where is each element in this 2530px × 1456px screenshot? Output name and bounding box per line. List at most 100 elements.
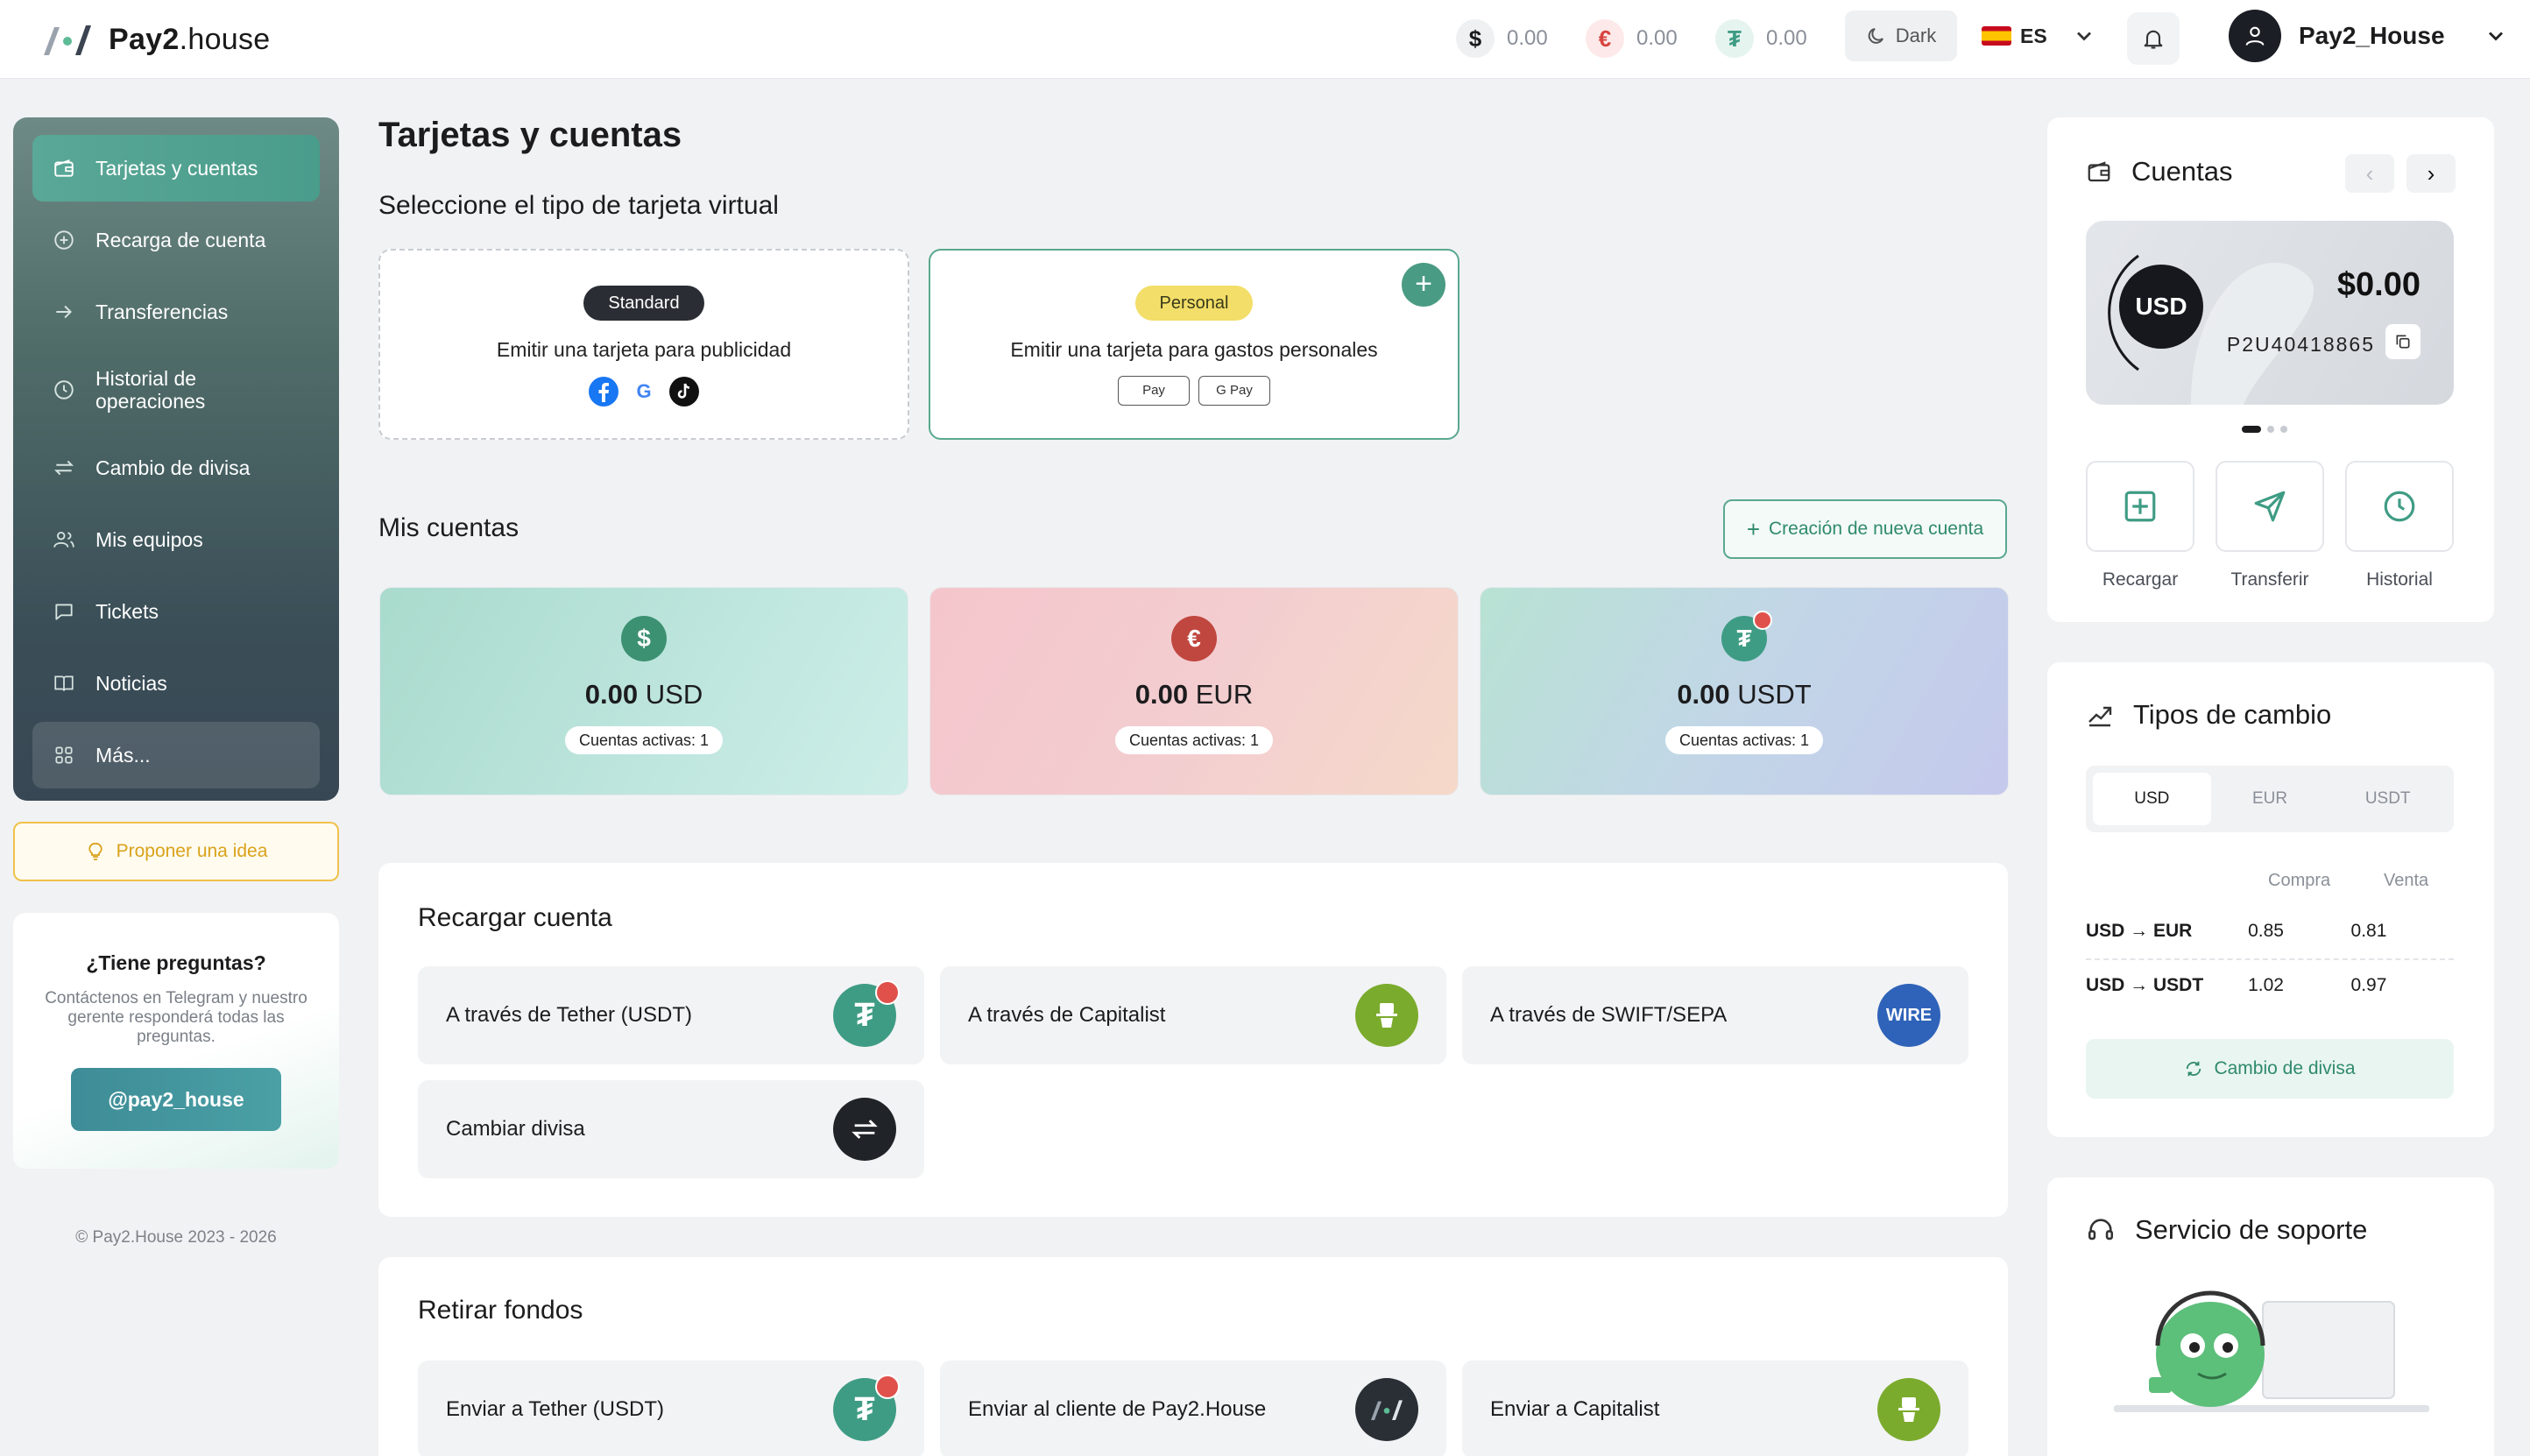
history-action-label: Historial [2366, 569, 2433, 590]
copy-id-button[interactable] [2385, 324, 2420, 359]
spain-flag-icon [1982, 26, 2011, 46]
dollar-icon: $ [1456, 19, 1495, 58]
sidebar-item-exchange[interactable]: Cambio de divisa [32, 435, 320, 501]
euro-icon: € [1171, 616, 1217, 661]
clock-icon [2384, 491, 2415, 522]
sidebar-item-label: Transferencias [95, 300, 229, 323]
tether-icon: ₮ [833, 1375, 900, 1441]
sidebar-item-cards[interactable]: Tarjetas y cuentas [32, 135, 320, 201]
sidebar-item-label: Historial de operaciones [95, 367, 206, 413]
sidebar-item-more[interactable]: Más... [32, 722, 320, 788]
account-amount: 0.00 USD [584, 679, 703, 710]
card-type-title: Seleccione el tipo de tarjeta virtual [378, 191, 779, 220]
balance-usd-value: 0.00 [1507, 26, 1548, 50]
recharge-tether-option[interactable]: A través de Tether (USDT) ₮ [418, 966, 924, 1064]
balance-usd[interactable]: $ 0.00 [1456, 14, 1548, 63]
help-card: ¿Tiene preguntas? Contáctenos en Telegra… [13, 913, 339, 1169]
tab-usdt[interactable]: USDT [2329, 773, 2447, 825]
username: Pay2_House [2299, 22, 2445, 49]
help-text: Contáctenos en Telegram y nuestro gerent… [45, 989, 307, 1046]
facebook-icon [589, 377, 618, 406]
clock-icon [52, 378, 76, 402]
new-account-button[interactable]: + Creación de nueva cuenta [1723, 499, 2007, 559]
option-label: Cambiar divisa [446, 1117, 585, 1141]
standard-card-option[interactable]: Standard Emitir una tarjeta para publici… [378, 249, 909, 440]
rate-row: USD → EUR 0.85 0.81 [2086, 921, 2387, 941]
propose-idea-label: Proponer una idea [116, 841, 268, 861]
recharge-swap-option[interactable]: Cambiar divisa [418, 1080, 924, 1178]
carousel-dot[interactable] [2267, 426, 2274, 433]
team-icon [52, 527, 76, 552]
copyright: © Pay2.House 2023 - 2026 [75, 1228, 277, 1247]
account-card-usd[interactable]: $ 0.00 USD Cuentas activas: 1 [379, 587, 908, 795]
google-pay-badge: G Pay [1198, 376, 1270, 406]
balance-eur[interactable]: € 0.00 [1586, 14, 1678, 63]
user-menu[interactable]: Pay2_House [2229, 9, 2508, 63]
logo-mark-icon [39, 20, 96, 59]
personal-card-text: Emitir una tarjeta para gastos personale… [1010, 338, 1378, 361]
sidebar-item-label: Recarga de cuenta [95, 228, 266, 251]
notifications-button[interactable] [2127, 12, 2180, 65]
carousel-dot-active[interactable] [2242, 426, 2261, 433]
tab-eur[interactable]: EUR [2211, 773, 2329, 825]
account-amount: 0.00 USDT [1677, 679, 1812, 710]
active-accounts-badge: Cuentas activas: 1 [1664, 726, 1824, 754]
arrow-right-icon [52, 300, 76, 324]
headset-icon [2088, 1219, 2114, 1240]
personal-card-option[interactable]: + Personal Emitir una tarjeta para gasto… [929, 249, 1459, 440]
add-personal-card-button[interactable]: + [1402, 263, 1445, 307]
sidebar-item-label: Más... [95, 743, 151, 767]
sidebar-item-label: Mis equipos [95, 527, 203, 551]
logo[interactable]: Pay2.house [39, 16, 271, 63]
option-label: A través de SWIFT/SEPA [1490, 1003, 1728, 1027]
google-icon: G [636, 380, 651, 402]
transfer-action-button[interactable] [2216, 461, 2324, 552]
user-icon [2245, 26, 2265, 46]
sidebar-item-recharge[interactable]: Recarga de cuenta [32, 207, 320, 273]
active-accounts-badge: Cuentas activas: 1 [564, 726, 724, 754]
sidebar-item-teams[interactable]: Mis equipos [32, 506, 320, 573]
next-account-button[interactable]: › [2406, 154, 2456, 193]
currency-tabs: USD EUR USDT [2086, 766, 2454, 832]
account-card-eur[interactable]: € 0.00 EUR Cuentas activas: 1 [929, 587, 1459, 795]
account-carousel-card[interactable]: USD $0.00 P2U40418865 [2086, 221, 2454, 405]
sidebar-item-history[interactable]: Historial de operaciones [32, 350, 320, 429]
tron-badge-icon [875, 980, 900, 1005]
currency-exchange-button[interactable]: Cambio de divisa [2086, 1039, 2454, 1099]
moon-icon [1868, 28, 1883, 44]
withdraw-capitalist-option[interactable]: Enviar a Capitalist [1462, 1361, 1968, 1456]
sidebar-item-news[interactable]: Noticias [32, 650, 320, 717]
balance-usdt[interactable]: ₮ 0.00 [1715, 14, 1807, 63]
tab-usd[interactable]: USD [2093, 773, 2211, 825]
wallet-icon [52, 156, 76, 180]
recharge-capitalist-option[interactable]: A través de Capitalist [940, 966, 1446, 1064]
plus-icon: + [1746, 515, 1760, 542]
standard-tag: Standard [583, 286, 704, 321]
withdraw-tether-option[interactable]: Enviar a Tether (USDT) ₮ [418, 1361, 924, 1456]
wallet-icon [2088, 161, 2110, 182]
language-select[interactable]: ES [1982, 12, 2096, 60]
recharge-action-button[interactable] [2086, 461, 2194, 552]
exchange-icon [52, 456, 76, 480]
account-card-usdt[interactable]: ₮ 0.00 USDT Cuentas activas: 1 [1480, 587, 2009, 795]
svg-text:G: G [636, 380, 651, 402]
sidebar-item-tickets[interactable]: Tickets [32, 578, 320, 645]
support-title: Servicio de soporte [2086, 1214, 2367, 1246]
withdraw-pay2house-option[interactable]: Enviar al cliente de Pay2.House [940, 1361, 1446, 1456]
telegram-contact-button[interactable]: @pay2_house [71, 1068, 281, 1131]
tether-icon: ₮ [1721, 611, 1772, 661]
new-account-label: Creación de nueva cuenta [1769, 519, 1984, 539]
propose-idea-button[interactable]: Proponer una idea [13, 822, 339, 881]
recharge-panel: Recargar cuenta A través de Tether (USDT… [378, 863, 2008, 1217]
sidebar-item-transfers[interactable]: Transferencias [32, 279, 320, 345]
withdraw-title: Retirar fondos [418, 1296, 583, 1325]
buy-column-header: Compra [2268, 871, 2331, 890]
theme-toggle-button[interactable]: Dark [1845, 11, 1957, 61]
recharge-swift-option[interactable]: A través de SWIFT/SEPA WIRE [1462, 966, 1968, 1064]
exchange-rates-widget: Tipos de cambio USD EUR USDT Compra Vent… [2047, 662, 2494, 1137]
trend-up-icon [2088, 706, 2112, 727]
history-action-button[interactable] [2345, 461, 2454, 552]
carousel-dot[interactable] [2280, 426, 2287, 433]
prev-account-button[interactable]: ‹ [2345, 154, 2394, 193]
account-amount: 0.00 EUR [1134, 679, 1254, 710]
